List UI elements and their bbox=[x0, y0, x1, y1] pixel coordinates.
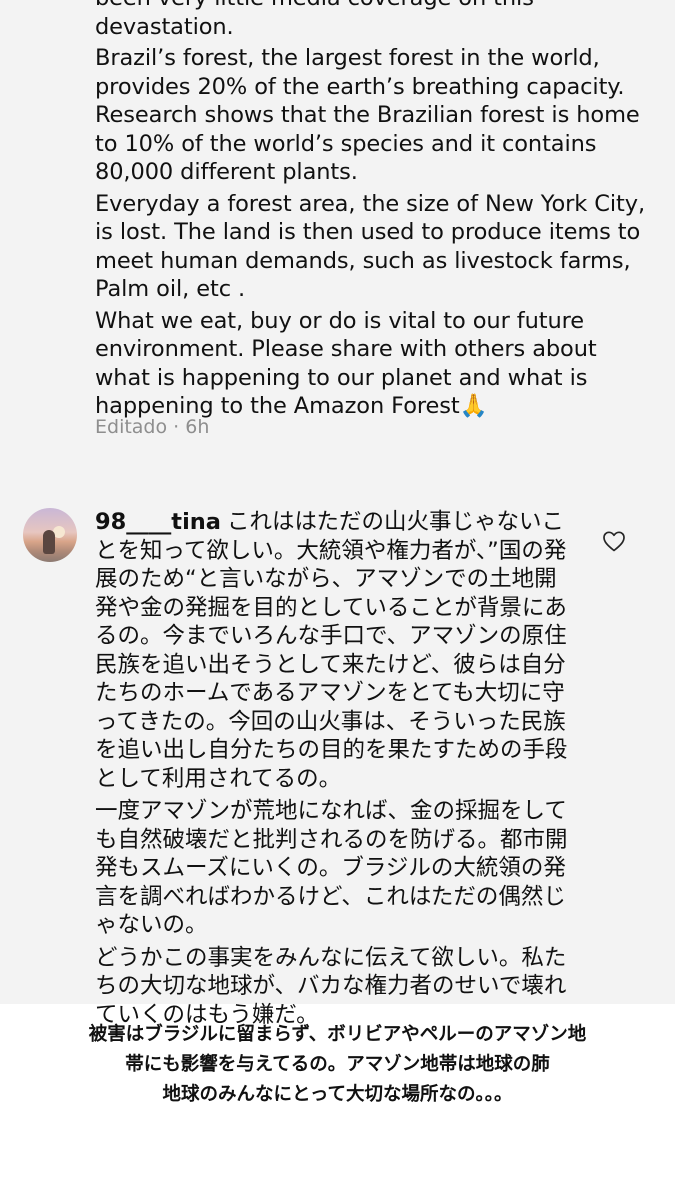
caption-line: 地球のみんなにとって大切な場所なの。。。 bbox=[162, 1084, 513, 1105]
comment-username[interactable]: 98____tina bbox=[95, 509, 221, 535]
comment-paragraph: どうかこの事実をみんなに伝えて欲しい。私たちの大切な地球が、バカな権力者のせいで… bbox=[95, 944, 567, 1028]
post-edited-timestamp: Editado · 6h bbox=[95, 416, 210, 438]
overlay-caption: 被害はブラジルに留まらず、ボリビアやペルーのアマゾン地 帯にも影響を与えてるの。… bbox=[0, 1020, 675, 1110]
comment-body: 98____tina これははただの山火事じゃないことを知って欲しい。大統領や権力… bbox=[95, 508, 570, 1033]
caption-line: 被害はブラジルに留まらず、ボリビアやペルーのアマゾン地 bbox=[88, 1024, 587, 1045]
post-paragraph: Brazil’s forest, the largest forest in t… bbox=[95, 45, 640, 185]
post-paragraph: been very little media coverage on this … bbox=[95, 0, 534, 40]
post-paragraph: What we eat, buy or do is vital to our f… bbox=[95, 307, 597, 420]
comment-text: これははただの山火事じゃないことを知って欲しい。大統領や権力者が、”国の発展のた… bbox=[95, 509, 568, 792]
caption-line: 帯にも影響を与えてるの。アマゾン地帯は地球の肺 bbox=[125, 1054, 550, 1075]
post-text: been very little media coverage on this … bbox=[95, 0, 655, 424]
comment: 98____tina これははただの山火事じゃないことを知って欲しい。大統領や権力… bbox=[0, 484, 675, 1028]
post-caption-card: been very little media coverage on this … bbox=[0, 0, 675, 484]
heart-outline-icon[interactable] bbox=[602, 530, 626, 552]
avatar-figure bbox=[43, 530, 55, 554]
avatar[interactable] bbox=[23, 508, 77, 562]
comment-paragraph: 98____tina これははただの山火事じゃないことを知って欲しい。大統領や権力… bbox=[95, 508, 570, 793]
post-paragraph: Everyday a forest area, the size of New … bbox=[95, 190, 646, 303]
comment-paragraph: 一度アマゾンが荒地になれば、金の採掘をしても自然破壊だと批判されるのを防げる。都… bbox=[95, 798, 568, 938]
